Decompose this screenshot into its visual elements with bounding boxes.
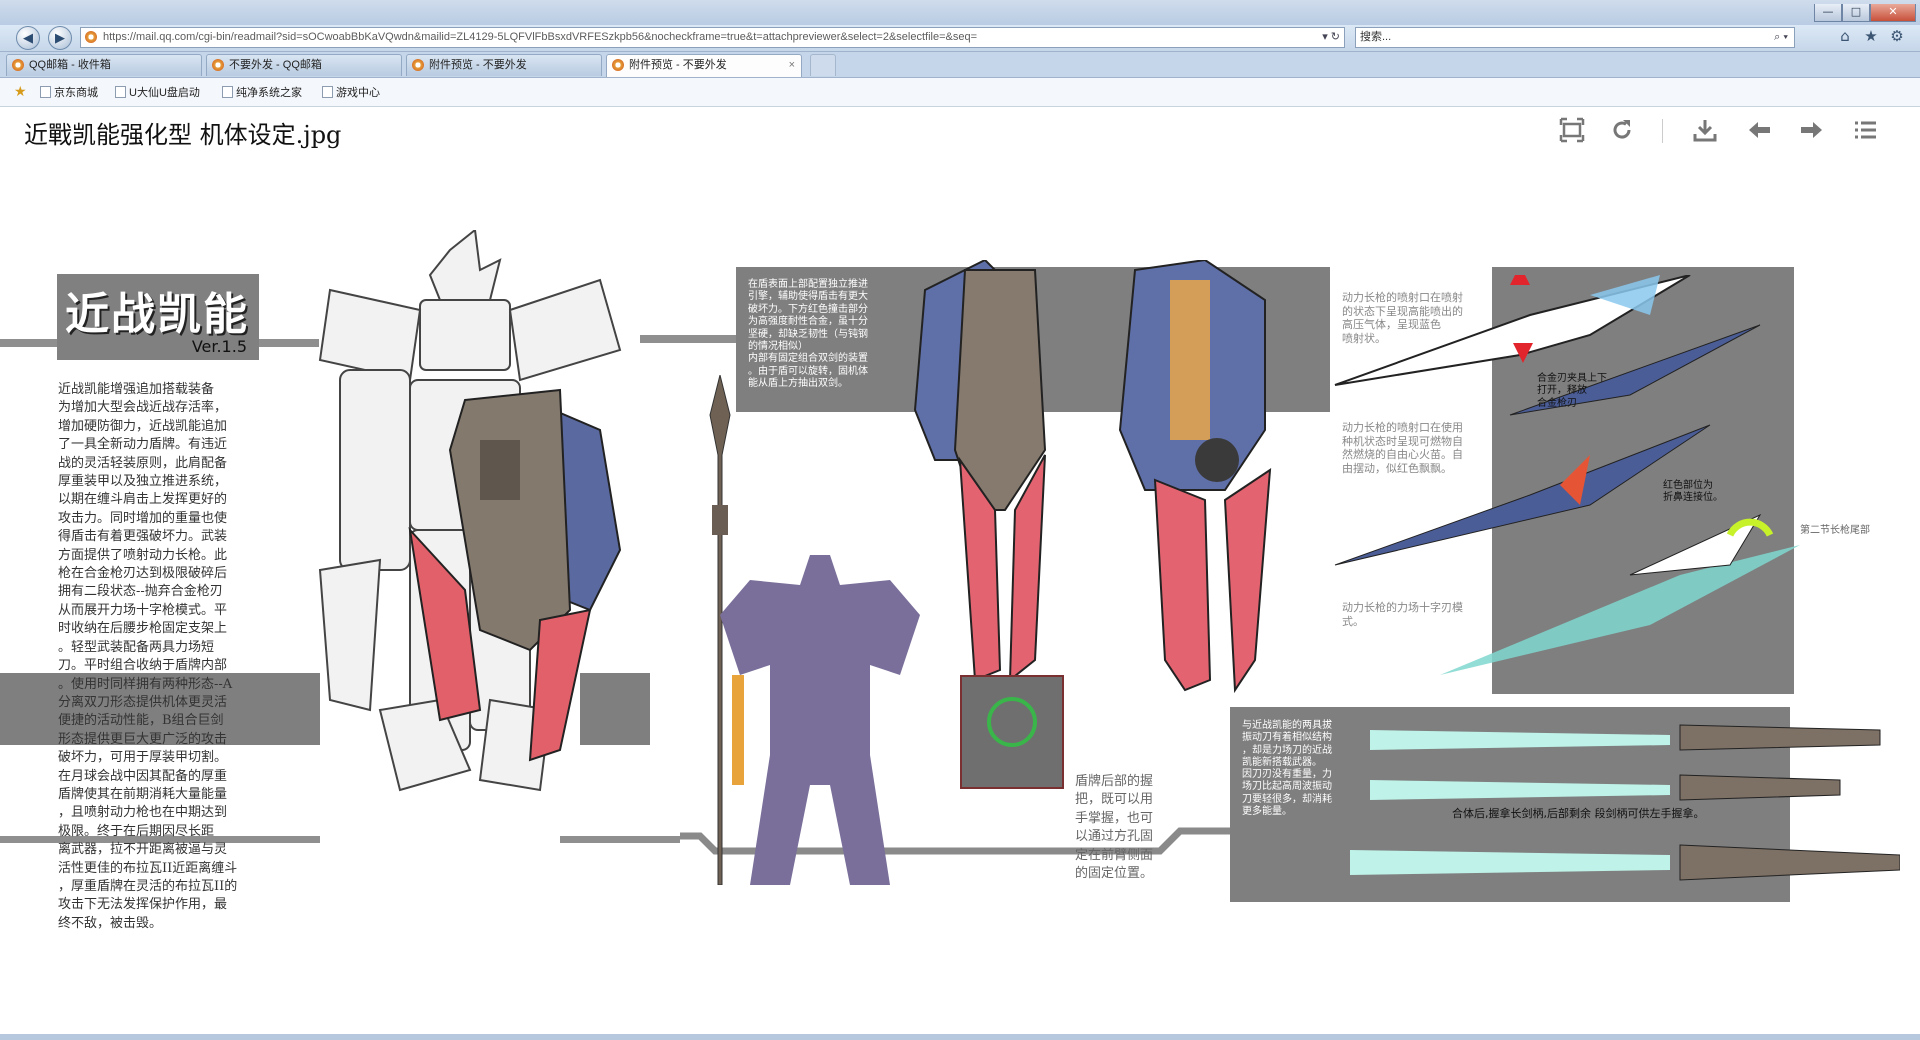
- minimize-button[interactable]: —: [1814, 4, 1842, 22]
- page-icon: [222, 86, 233, 98]
- page-icon: [322, 86, 333, 98]
- search-input[interactable]: 搜索... ⌕ ▾: [1355, 27, 1795, 48]
- navigation-bar: ◀ ▶ https://mail.qq.com/cgi-bin/readmail…: [0, 25, 1920, 52]
- download-icon[interactable]: [1690, 117, 1720, 145]
- page-icon: [115, 86, 126, 98]
- next-arrow-icon[interactable]: [1797, 117, 1827, 145]
- tab-label: 不要外发 - QQ邮箱: [229, 59, 322, 71]
- favorite-label: 纯净系统之家: [236, 87, 302, 99]
- qq-mail-favicon-icon: [412, 59, 424, 71]
- home-icon[interactable]: ⌂: [1832, 27, 1858, 45]
- band-line: [0, 339, 57, 347]
- tab-label: 附件预览 - 不要外发: [629, 59, 727, 71]
- site-favicon-icon: [85, 31, 97, 43]
- file-title: 近戰凯能强化型 机体设定.jpg: [24, 121, 342, 149]
- settings-gear-icon[interactable]: ⚙: [1884, 27, 1910, 45]
- browser-toolbar-icons: ⌂ ★ ⚙: [1832, 27, 1920, 49]
- artwork-version: Ver.1.5: [191, 337, 247, 356]
- new-tab-button[interactable]: [810, 54, 836, 76]
- maximize-button[interactable]: □: [1842, 4, 1870, 22]
- grip-note-text: 盾牌后部的握 把，既可以用 手掌握，也可 以通过方孔固 定在前臂侧面 的固定位置…: [1075, 774, 1154, 882]
- lance-label-tail: 第二节长枪尾部: [1800, 525, 1870, 536]
- tab-label: 附件预览 - 不要外发: [429, 59, 527, 71]
- rotate-icon[interactable]: [1607, 117, 1637, 145]
- lance-detail-figures: [1334, 275, 1800, 675]
- qq-mail-favicon-icon: [12, 59, 24, 71]
- lance-label-red: 红色部位为 折鼻连接位。: [1663, 480, 1723, 504]
- tab-mail[interactable]: 不要外发 - QQ邮箱: [206, 54, 402, 76]
- refresh-icon[interactable]: ↻: [1331, 31, 1340, 43]
- artwork-title: 近战凯能: [65, 289, 249, 340]
- back-arrow-icon: ◀: [23, 31, 33, 46]
- qq-mail-favicon-icon: [612, 59, 624, 71]
- robot-silhouette: [720, 555, 920, 885]
- viewer-toolbar: 近戰凯能强化型 机体设定.jpg: [0, 107, 1920, 155]
- address-tools: ▾ ↻: [1322, 28, 1340, 47]
- robot-lineart-figure: [318, 230, 622, 792]
- favorites-star-icon[interactable]: ★: [14, 83, 27, 100]
- previous-arrow-icon[interactable]: [1744, 117, 1774, 145]
- forward-button[interactable]: ▶: [48, 26, 72, 50]
- search-placeholder: 搜索...: [1360, 31, 1392, 43]
- menu-list-icon[interactable]: [1850, 117, 1880, 145]
- artwork-title-box: 近战凯能 Ver.1.5: [57, 274, 259, 360]
- search-icon[interactable]: ⌕ ▾: [1774, 28, 1788, 47]
- rotation-arrow-icon: [987, 697, 1037, 747]
- shield-front-views: [913, 260, 1272, 694]
- lance-label-alloy: 合金刃夹具上下 打开，释放 合金枪刃: [1537, 373, 1607, 409]
- tab-label: QQ邮箱 - 收件箱: [29, 59, 111, 71]
- tab-strip: QQ邮箱 - 收件箱 不要外发 - QQ邮箱 附件预览 - 不要外发 附件预览 …: [0, 52, 1920, 78]
- favorite-link[interactable]: U大仙U盘启动: [115, 84, 200, 100]
- band-line: [560, 836, 680, 843]
- address-bar[interactable]: https://mail.qq.com/cgi-bin/readmail?sid…: [80, 27, 1345, 48]
- favorite-label: U大仙U盘启动: [129, 87, 200, 99]
- dropdown-icon[interactable]: ▾: [1322, 31, 1328, 43]
- close-window-button[interactable]: ✕: [1870, 4, 1916, 22]
- tab-close-icon[interactable]: ×: [789, 55, 795, 75]
- favorite-label: 游戏中心: [336, 87, 380, 99]
- window-bottom-border: [0, 1034, 1920, 1040]
- sword-label: 合体后,握拿长剑柄,后部剩余 段剑柄可供左手握拿。: [1452, 807, 1705, 820]
- artwork-description: 近战凯能增强追加搭载装备 为增加大型会战近战存活率， 增加硬防御力，近战凯能追加…: [58, 382, 238, 931]
- shield-note-text: 在盾表面上部配置独立推进 引擎，辅助使得盾击有更大 破坏力。下方红色撞击部分 为…: [748, 279, 868, 390]
- favorite-link[interactable]: 京东商城: [40, 84, 98, 100]
- window-controls: — □ ✕: [1814, 0, 1916, 22]
- forward-arrow-icon: ▶: [55, 31, 65, 46]
- attachment-image: 近战凯能 Ver.1.5 近战凯能增强追加搭载装备 为增加大型会战近战存活率， …: [0, 155, 1920, 1035]
- tab-attachment-preview-active[interactable]: 附件预览 - 不要外发 ×: [606, 54, 802, 77]
- fit-screen-icon[interactable]: [1557, 117, 1587, 145]
- tab-inbox[interactable]: QQ邮箱 - 收件箱: [6, 54, 202, 76]
- favorites-star-icon[interactable]: ★: [1858, 27, 1884, 45]
- window-titlebar: — □ ✕: [0, 0, 1920, 25]
- favorite-link[interactable]: 纯净系统之家: [222, 84, 302, 100]
- grip-detail: [960, 675, 1064, 789]
- favorites-bar: ★ 京东商城 U大仙U盘启动 纯净系统之家 游戏中心: [0, 78, 1920, 107]
- tab-attachment-preview[interactable]: 附件预览 - 不要外发: [406, 54, 602, 76]
- favorite-label: 京东商城: [54, 87, 98, 99]
- back-button[interactable]: ◀: [16, 26, 40, 50]
- toolbar-divider: [1662, 119, 1663, 143]
- favorite-link[interactable]: 游戏中心: [322, 84, 380, 100]
- qq-mail-favicon-icon: [212, 59, 224, 71]
- address-url-text: https://mail.qq.com/cgi-bin/readmail?sid…: [103, 31, 978, 43]
- page-icon: [40, 86, 51, 98]
